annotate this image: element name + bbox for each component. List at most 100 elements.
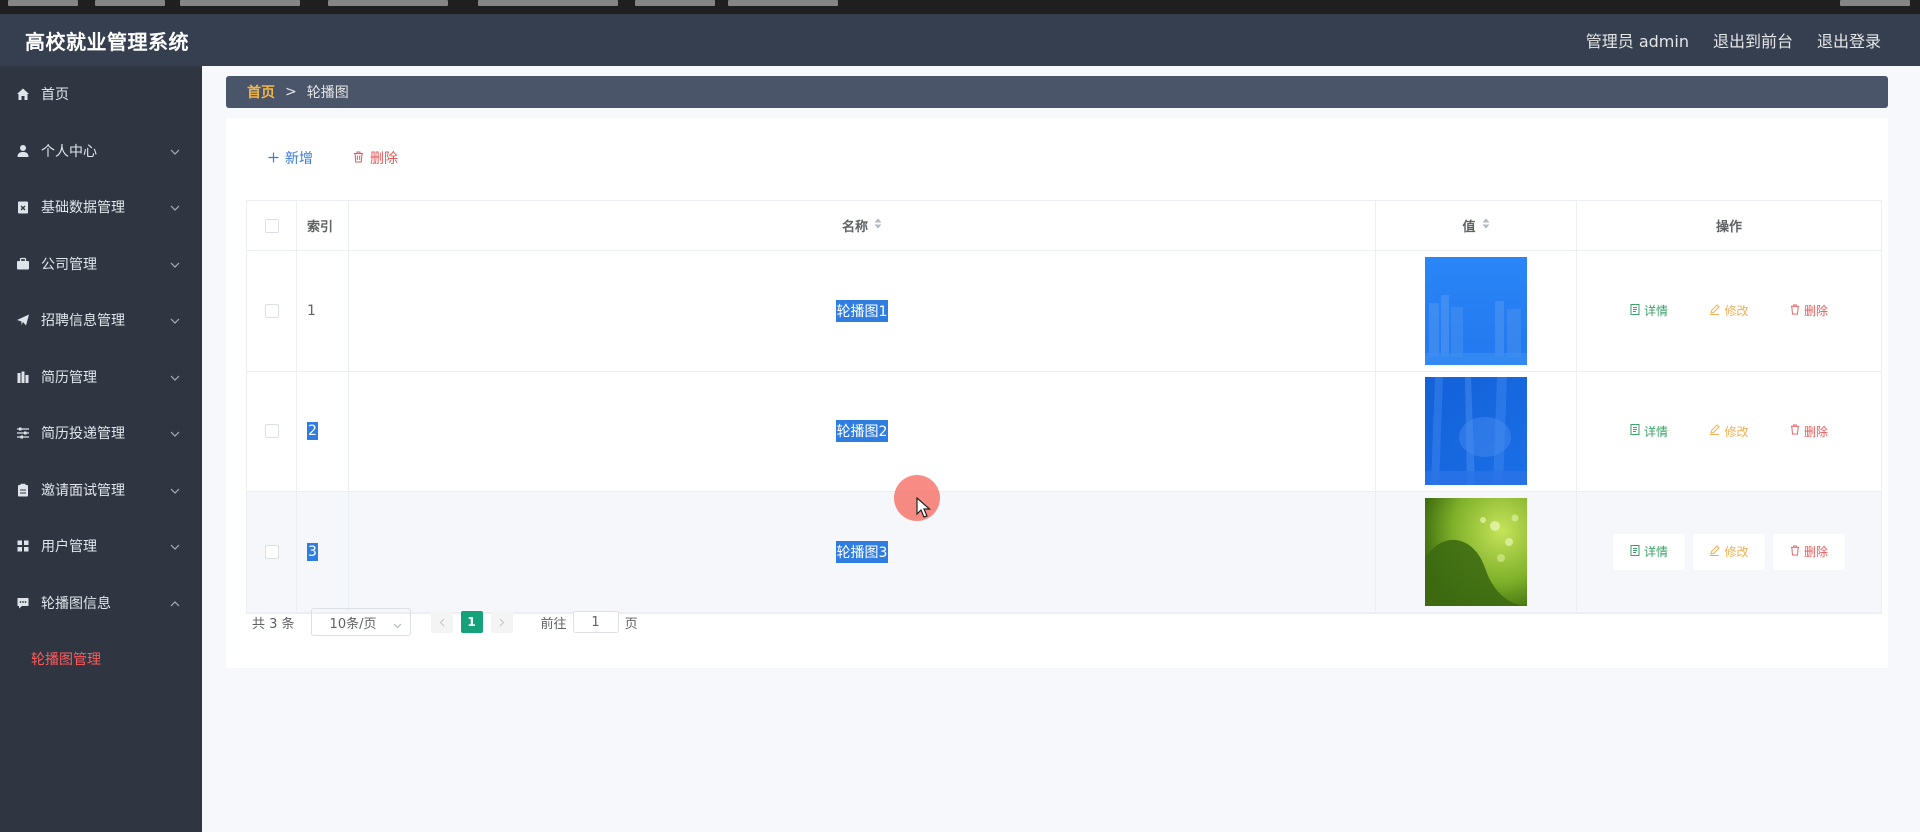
breadcrumb-current: 轮播图 [306,85,349,101]
prev-page-button[interactable] [430,611,453,633]
chevron-down-icon [170,425,180,441]
edit-button-label: 修改 [1724,304,1749,319]
logout-link[interactable]: 退出登录 [1817,28,1881,52]
column-header-actions: 操作 [1715,220,1742,235]
edit-button[interactable]: 修改 [1693,533,1765,570]
sort-icon[interactable] [874,218,882,233]
sidebar-item-label: 首页 [41,87,69,104]
paper-plane-icon [15,312,31,328]
page-size-value: 10条/页 [329,616,377,632]
briefcase-icon [15,256,31,272]
sidebar-item-label: 基础数据管理 [41,200,125,217]
row-index: 1 [297,251,349,371]
sidebar-item-home[interactable]: 首页 [0,66,202,123]
detail-button[interactable]: 详情 [1613,413,1685,449]
delete-button-label: 删除 [1803,424,1828,439]
carousel-thumbnail[interactable] [1425,377,1527,486]
delete-button[interactable]: 删除 [1773,533,1845,570]
chevron-up-icon [170,595,180,611]
sort-icon[interactable] [1482,218,1490,233]
row-name-cell: 轮播图2 [349,371,1376,491]
delete-button[interactable]: 删除 [1773,293,1845,329]
row-checkbox[interactable] [264,303,279,318]
page-size-select[interactable]: 10条/页 [310,608,411,636]
user-icon [15,143,31,159]
trash-icon [1790,545,1800,559]
row-actions-cell: 详情 修改 删除 [1577,372,1881,492]
row-name: 轮播图3 [835,540,889,563]
sidebar-item-interview[interactable]: 邀请面试管理 [0,462,202,519]
row-name: 轮播图2 [835,420,889,443]
sidebar-item-label: 招聘信息管理 [41,313,125,330]
sidebar-subitem-carousel-manage[interactable]: 轮播图管理 [0,631,202,687]
grid-icon [15,538,31,554]
pagination: 共 3 条 10条/页 1 前往 页 [252,608,638,636]
add-button-label: 新增 [285,150,313,166]
row-index-cell: 2 [297,371,349,491]
sidebar-item-users[interactable]: 用户管理 [0,518,202,575]
table-header-row: 索引 名称 值 操作 [247,201,1881,251]
row-actions-cell: 详情 修改 删除 [1577,251,1881,371]
table-row: 2 轮播图2 详情 修改 删除 [247,371,1881,492]
edit-button-label: 修改 [1724,424,1749,439]
document-icon [1630,303,1640,318]
row-index-cell: 3 [297,492,349,612]
clipboard-x-icon [15,199,31,215]
sidebar-item-personal-center[interactable]: 个人中心 [0,123,202,180]
row-checkbox[interactable] [264,424,279,439]
select-all-checkbox[interactable] [264,218,279,233]
edit-button[interactable]: 修改 [1693,293,1765,329]
document-icon [1630,424,1640,438]
sidebar-item-resume-delivery[interactable]: 简历投递管理 [0,405,202,462]
row-checkbox[interactable] [264,544,279,559]
page-suffix: 页 [624,616,638,632]
top-header: 高校就业管理系统 管理员 admin 退出到前台 退出登录 [0,14,1920,66]
sidebar-item-label: 用户管理 [41,539,97,556]
sidebar-item-label: 简历管理 [41,369,97,386]
chevron-down-icon [170,538,180,554]
detail-button[interactable]: 详情 [1613,293,1685,329]
row-index: 2 [307,422,318,441]
header-user-area: 管理员 admin 退出到前台 退出登录 [1586,14,1881,66]
sidebar-item-basic-data[interactable]: 基础数据管理 [0,179,202,236]
sidebar: 首页 个人中心 基础数据管理 公司管理 招聘信息管理 简历管理 简历投递管理 邀… [0,66,202,832]
edit-button[interactable]: 修改 [1693,413,1765,449]
carousel-table: 索引 名称 值 操作 1 轮播图1 详情 修改 删除 2 轮播图2 详情 修改 … [246,200,1882,614]
carousel-thumbnail[interactable] [1425,256,1527,365]
page-number-current[interactable]: 1 [460,611,483,633]
sidebar-item-carousel-info[interactable]: 轮播图信息 [0,575,202,632]
trash-icon [353,150,364,166]
browser-bookmark-bar [0,0,1920,14]
row-select-cell [247,492,297,612]
sidebar-item-recruitment[interactable]: 招聘信息管理 [0,292,202,349]
batch-delete-button[interactable]: 删除 [353,148,398,168]
edit-icon [1709,424,1721,438]
toolbar: 新增 删除 [268,148,398,168]
breadcrumb-home[interactable]: 首页 [247,82,275,102]
detail-button[interactable]: 详情 [1613,533,1685,570]
add-button[interactable]: 新增 [268,148,313,168]
column-header-value[interactable]: 值 [1376,201,1577,250]
next-page-button[interactable] [490,611,513,633]
document-icon [1630,544,1640,559]
column-header-name[interactable]: 名称 [349,201,1376,250]
delete-button-label: 删除 [1803,545,1828,560]
row-name-cell: 轮播图1 [349,251,1376,371]
chevron-down-icon [170,482,180,498]
delete-button[interactable]: 删除 [1773,413,1845,449]
edit-button-label: 修改 [1724,545,1749,560]
home-icon [15,86,31,102]
sidebar-item-label: 公司管理 [41,256,97,273]
back-to-front-link[interactable]: 退出到前台 [1713,28,1793,52]
current-user-label: 管理员 admin [1585,32,1689,51]
edit-icon [1709,304,1721,318]
goto-page-input[interactable] [572,611,619,633]
carousel-thumbnail[interactable] [1425,497,1527,606]
sidebar-item-resume[interactable]: 简历管理 [0,349,202,406]
row-value-cell [1376,371,1577,491]
breadcrumb: 首页 > 轮播图 [226,76,1888,108]
select-all-cell [247,201,297,250]
content-panel: 新增 删除 索引 名称 值 操作 1 轮播图1 详情 修改 删除 2 轮播图2 … [226,118,1888,668]
sidebar-item-company[interactable]: 公司管理 [0,236,202,293]
row-value-cell [1376,492,1577,612]
